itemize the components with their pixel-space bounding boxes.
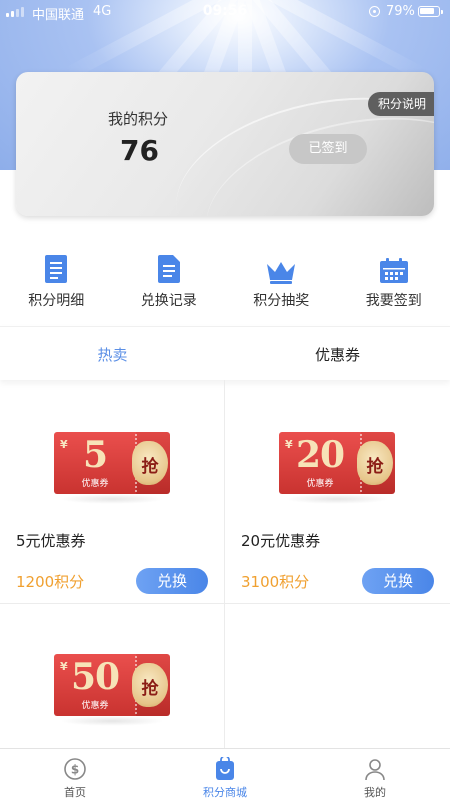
shop-bag-icon [214,757,236,781]
coupon-image[interactable]: ¥ 20 优惠券 抢 [279,432,395,504]
checkin-button[interactable]: 已签到 [289,134,367,164]
tab-coupons[interactable]: 优惠券 [225,344,450,365]
coupon-image[interactable]: ¥ 5 优惠券 抢 [54,432,170,504]
menu-item-lottery[interactable]: 积分抽奖 [225,252,338,318]
product-price: 3100积分 [241,573,310,591]
redeem-button[interactable]: 兑换 [362,568,434,594]
bottom-nav: $ 首页 积分商城 我的 [0,748,450,800]
product-price: 1200积分 [16,573,85,591]
product-name: 20元优惠券 [241,532,321,550]
tab-hot[interactable]: 热卖 [0,344,225,365]
nav-label: 我的 [364,786,386,799]
coupon-subtitle: 优惠券 [81,479,109,489]
coupon-subtitle: 优惠券 [81,701,109,711]
menu-item-checkin[interactable]: 我要签到 [338,252,450,318]
grid-divider [0,603,450,604]
record-document-icon [157,252,181,284]
clock: 09:56 [202,3,248,19]
grab-seal-icon: 抢 [132,441,168,485]
coupon-amount: 5 [82,434,108,476]
crown-icon [266,252,296,284]
home-coin-icon: $ [63,757,87,781]
nav-label: 首页 [64,786,86,799]
coupon-image[interactable]: ¥ 50 优惠券 抢 [54,654,170,726]
list-document-icon [44,252,68,284]
profile-icon [363,757,387,781]
grid-divider [224,380,225,748]
battery-icon [418,6,443,17]
orientation-lock-icon [369,6,380,17]
nav-profile[interactable]: 我的 [300,749,450,800]
calendar-icon [379,252,409,284]
coupon-amount: 20 [295,434,345,476]
menu-label: 积分抽奖 [253,293,310,309]
nav-home[interactable]: $ 首页 [0,749,150,800]
grab-seal-icon: 抢 [132,663,168,707]
menu-item-exchange-record[interactable]: 兑换记录 [113,252,226,318]
coupon-subtitle: 优惠券 [306,479,334,489]
menu-label: 积分明细 [28,293,85,309]
points-label: 我的积分 [108,110,169,128]
points-rules-button[interactable]: 积分说明 [367,92,434,116]
menu-item-points-detail[interactable]: 积分明细 [0,252,113,318]
nav-points-mall[interactable]: 积分商城 [150,749,300,800]
grab-seal-icon: 抢 [357,441,393,485]
redeem-button[interactable]: 兑换 [136,568,208,594]
quick-menu: 积分明细 兑换记录 积分抽奖 我要签到 [0,252,450,318]
points-card: 我的积分 76 积分说明 已签到 [16,72,434,216]
battery-percent: 79% [386,4,415,19]
product-name: 5元优惠券 [16,532,86,550]
status-bar: 中国联通 4G 09:56 79% [0,0,450,24]
svg-text:$: $ [71,763,79,777]
nav-label: 积分商城 [203,786,247,799]
points-value: 76 [120,134,159,167]
menu-label: 我要签到 [365,293,422,309]
coupon-amount: 50 [70,656,120,698]
menu-label: 兑换记录 [140,293,197,309]
